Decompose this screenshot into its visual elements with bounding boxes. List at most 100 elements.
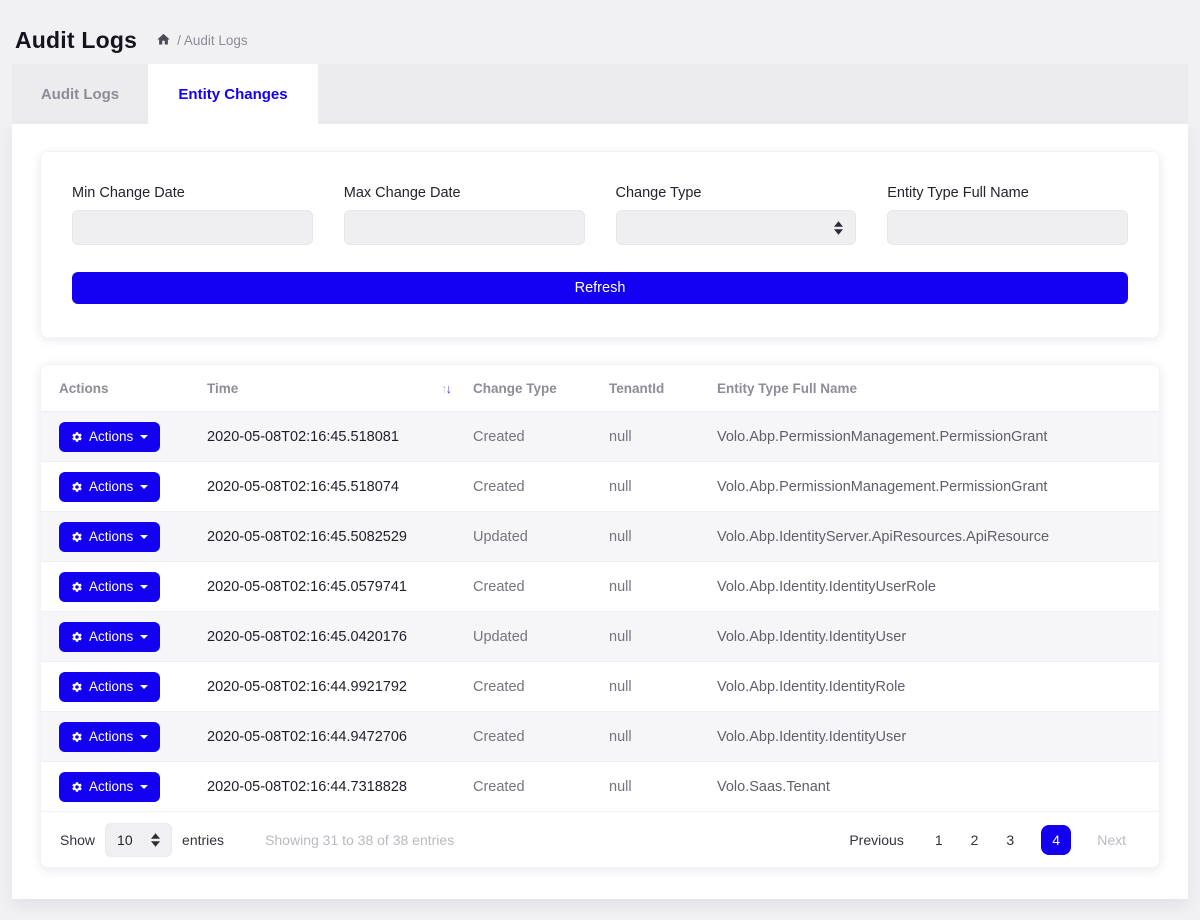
row-actions-button[interactable]: Actions <box>59 522 160 552</box>
caret-down-icon <box>140 635 148 639</box>
cell-tenantid: null <box>609 429 717 445</box>
entity-changes-panel: Min Change Date Max Change Date Change T… <box>12 124 1188 899</box>
row-actions-button[interactable]: Actions <box>59 422 160 452</box>
max-change-date-label: Max Change Date <box>344 185 585 201</box>
cell-time: 2020-05-08T02:16:44.7318828 <box>207 779 473 795</box>
cell-change-type: Updated <box>473 529 609 545</box>
sort-icon[interactable]: ↑↓ <box>441 381 450 396</box>
caret-down-icon <box>140 435 148 439</box>
pagination-page-4-active[interactable]: 4 <box>1041 825 1071 855</box>
table-row: Actions 2020-05-08T02:16:45.518081 Creat… <box>41 412 1159 462</box>
cell-time: 2020-05-08T02:16:45.0420176 <box>207 629 473 645</box>
breadcrumb: / Audit Logs <box>156 33 248 48</box>
filter-field-entity-type: Entity Type Full Name <box>887 185 1128 245</box>
row-actions-label: Actions <box>89 679 133 694</box>
row-actions-button[interactable]: Actions <box>59 622 160 652</box>
table-row: Actions 2020-05-08T02:16:45.518074 Creat… <box>41 462 1159 512</box>
pagination-next[interactable]: Next <box>1084 832 1140 848</box>
page-header: Audit Logs / Audit Logs <box>0 0 1200 64</box>
gear-icon <box>71 681 83 693</box>
up-down-arrows-icon <box>834 221 843 235</box>
row-actions-label: Actions <box>89 579 133 594</box>
table-body: Actions 2020-05-08T02:16:45.518081 Creat… <box>41 412 1159 812</box>
cell-time: 2020-05-08T02:16:44.9921792 <box>207 679 473 695</box>
table-header-row: Actions Time ↑↓ Change Type TenantId Ent… <box>41 365 1159 412</box>
column-header-time[interactable]: Time ↑↓ <box>207 381 473 396</box>
caret-down-icon <box>140 735 148 739</box>
cell-entity-type: Volo.Abp.Identity.IdentityRole <box>717 679 1159 695</box>
min-change-date-input[interactable] <box>72 210 313 245</box>
cell-time: 2020-05-08T02:16:45.5082529 <box>207 529 473 545</box>
max-change-date-input[interactable] <box>344 210 585 245</box>
cell-actions: Actions <box>41 622 207 652</box>
cell-entity-type: Volo.Abp.Identity.IdentityUser <box>717 629 1159 645</box>
cell-entity-type: Volo.Abp.IdentityServer.ApiResources.Api… <box>717 529 1159 545</box>
tab-audit-logs[interactable]: Audit Logs <box>12 64 148 124</box>
row-actions-label: Actions <box>89 629 133 644</box>
pagination-previous[interactable]: Previous <box>835 832 920 848</box>
home-icon[interactable] <box>156 32 171 47</box>
gear-icon <box>71 581 83 593</box>
cell-time: 2020-05-08T02:16:45.0579741 <box>207 579 473 595</box>
pagination-page-2[interactable]: 2 <box>957 832 993 848</box>
tab-container: Audit Logs Entity Changes Min Change Dat… <box>12 64 1188 899</box>
cell-actions: Actions <box>41 472 207 502</box>
cell-change-type: Created <box>473 779 609 795</box>
column-header-tenantid: TenantId <box>609 381 717 396</box>
pagination-page-1[interactable]: 1 <box>921 832 957 848</box>
row-actions-button[interactable]: Actions <box>59 772 160 802</box>
cell-change-type: Updated <box>473 629 609 645</box>
breadcrumb-path: / Audit Logs <box>177 33 248 48</box>
change-type-select[interactable] <box>616 210 857 245</box>
caret-down-icon <box>140 785 148 789</box>
row-actions-button[interactable]: Actions <box>59 472 160 502</box>
caret-down-icon <box>140 485 148 489</box>
cell-tenantid: null <box>609 629 717 645</box>
row-actions-label: Actions <box>89 729 133 744</box>
page-size-select[interactable]: 10 <box>105 823 172 857</box>
cell-tenantid: null <box>609 479 717 495</box>
entity-type-input[interactable] <box>887 210 1128 245</box>
table-row: Actions 2020-05-08T02:16:44.9472706 Crea… <box>41 712 1159 762</box>
caret-down-icon <box>140 685 148 689</box>
cell-entity-type: Volo.Abp.PermissionManagement.Permission… <box>717 479 1159 495</box>
audit-logs-page: Audit Logs / Audit Logs Audit Logs Entit… <box>0 0 1200 920</box>
cell-actions: Actions <box>41 672 207 702</box>
row-actions-button[interactable]: Actions <box>59 572 160 602</box>
cell-tenantid: null <box>609 579 717 595</box>
filter-field-min-change-date: Min Change Date <box>72 185 313 245</box>
gear-icon <box>71 731 83 743</box>
cell-time: 2020-05-08T02:16:45.518081 <box>207 429 473 445</box>
cell-entity-type: Volo.Abp.PermissionManagement.Permission… <box>717 429 1159 445</box>
row-actions-label: Actions <box>89 779 133 794</box>
table-row: Actions 2020-05-08T02:16:45.0420176 Upda… <box>41 612 1159 662</box>
cell-actions: Actions <box>41 522 207 552</box>
cell-actions: Actions <box>41 572 207 602</box>
page-size-control: Show 10 entries Showing 31 to 38 of 38 e… <box>60 823 454 857</box>
cell-tenantid: null <box>609 779 717 795</box>
page-title: Audit Logs <box>15 27 137 54</box>
table-row: Actions 2020-05-08T02:16:45.5082529 Upda… <box>41 512 1159 562</box>
pagination: Previous 1 2 3 4 Next <box>835 825 1140 855</box>
row-actions-button[interactable]: Actions <box>59 722 160 752</box>
pagination-page-3[interactable]: 3 <box>992 832 1028 848</box>
caret-down-icon <box>140 585 148 589</box>
tab-entity-changes[interactable]: Entity Changes <box>148 64 318 124</box>
table-footer: Show 10 entries Showing 31 to 38 of 38 e… <box>41 812 1159 867</box>
row-actions-label: Actions <box>89 429 133 444</box>
refresh-button[interactable]: Refresh <box>72 272 1128 304</box>
gear-icon <box>71 781 83 793</box>
row-actions-button[interactable]: Actions <box>59 672 160 702</box>
cell-change-type: Created <box>473 579 609 595</box>
cell-tenantid: null <box>609 679 717 695</box>
entity-changes-table: Actions Time ↑↓ Change Type TenantId Ent… <box>41 365 1159 867</box>
table-card: Actions Time ↑↓ Change Type TenantId Ent… <box>40 364 1160 868</box>
column-header-actions: Actions <box>41 381 207 396</box>
cell-actions: Actions <box>41 722 207 752</box>
cell-entity-type: Volo.Saas.Tenant <box>717 779 1159 795</box>
cell-tenantid: null <box>609 529 717 545</box>
cell-time: 2020-05-08T02:16:44.9472706 <box>207 729 473 745</box>
row-actions-label: Actions <box>89 479 133 494</box>
show-label: Show <box>60 832 95 848</box>
table-row: Actions 2020-05-08T02:16:44.7318828 Crea… <box>41 762 1159 812</box>
